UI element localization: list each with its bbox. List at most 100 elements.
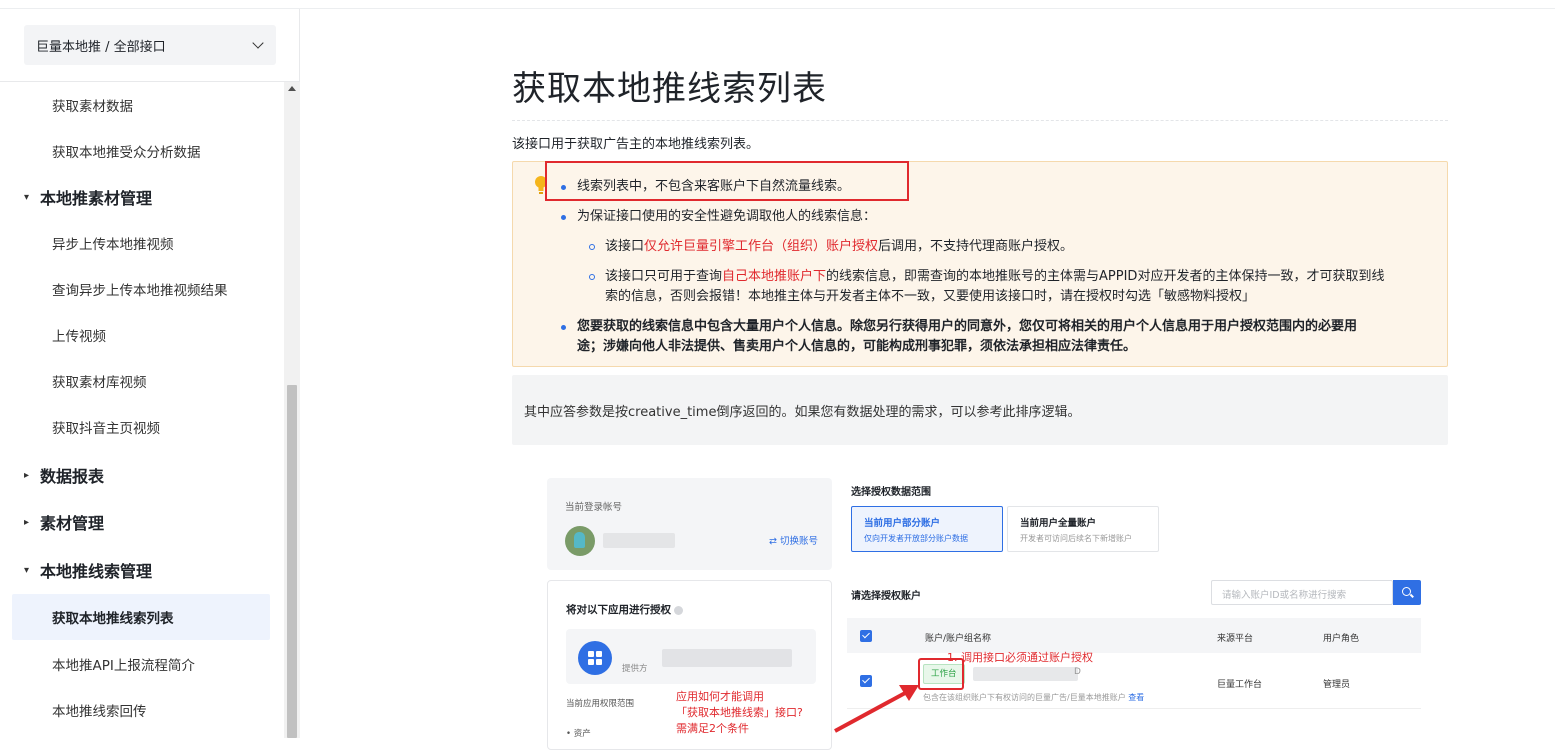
sidebar-item-label: 获取素材库视频 <box>52 375 147 391</box>
product-selector[interactable]: 巨量本地推 / 全部接口 <box>24 25 276 65</box>
notice-subitem: 该接口仅允许巨量引擎工作台（组织）账户授权后调用，不支持代理商账户授权。 <box>561 237 1384 257</box>
scroll-up-arrow-icon[interactable] <box>288 86 296 91</box>
table-header: 账户/账户组名称 来源平台 用户角色 <box>847 618 1421 653</box>
annotation-line: 应用如何才能调用 <box>676 690 764 703</box>
sidebar-item-label: 异步上传本地推视频 <box>52 237 174 253</box>
sidebar-item-active[interactable]: 获取本地推线索列表 <box>12 594 270 640</box>
notice-text: 后调用，不支持代理商账户授权。 <box>878 239 1074 254</box>
top-header-bar <box>0 0 1555 9</box>
account-id-suffix: D <box>1074 667 1081 677</box>
notice-text: 途；涉嫌向他人非法提供、售卖用户个人信息的，可能构成刑事犯罪，须依法承担相应法律… <box>577 339 1137 354</box>
sidebar-item-label: 查询异步上传本地推视频结果 <box>52 283 228 299</box>
sidebar-item[interactable]: 获取本地推受众分析数据 <box>12 128 270 174</box>
notice-text: 的线索信息，即需查询的本地推账号的主体需与APPID对应开发者的主体保持一致，才… <box>826 269 1385 284</box>
login-label: 当前登录帐号 <box>565 502 623 513</box>
notice-text: 索的信息，否则会报错！本地推主体与开发者主体不一致，又要使用该接口时，请在授权时… <box>605 289 1256 304</box>
app-grid-icon <box>578 641 612 675</box>
option-all-accounts[interactable]: 当前用户全量账户 开发者可访问后续名下新增账户 <box>1007 506 1159 552</box>
scope-title: 选择授权数据范围 <box>851 487 931 498</box>
blurred-account-name <box>603 533 675 548</box>
annotation-line: 「获取本地推线索」接口? <box>676 706 803 719</box>
search-icon[interactable] <box>1393 580 1421 605</box>
sidebar-item[interactable]: 本地推线索回传 <box>12 687 270 733</box>
avatar <box>565 526 595 556</box>
sidebar-group-label: 素材管理 <box>40 514 105 533</box>
bullet-dot <box>561 215 566 220</box>
annotation-arrow-icon <box>834 685 919 733</box>
table-row[interactable]: 工作台 D 包含在该组织账户下有权访问的巨量广告/巨量本地推账户 查看 巨量工作… <box>847 653 1421 709</box>
annotation-account-auth: 1. 调用接口必须通过账户授权 <box>947 651 1093 664</box>
notice-text: 您要获取的线索信息中包含大量用户个人信息。除您另行获得用户的同意外，您仅可将相关… <box>577 319 1358 334</box>
asset-label: • 资产 <box>566 729 591 739</box>
title-divider <box>512 120 1448 121</box>
sidebar-item-label: 获取本地推线索列表 <box>52 611 174 627</box>
authorize-title: 将对以下应用进行授权 <box>566 604 671 616</box>
notice-item: 您要获取的线索信息中包含大量用户个人信息。除您另行获得用户的同意外，您仅可将相关… <box>561 317 1384 357</box>
sidebar-group[interactable]: ▾ 本地推素材管理 <box>24 174 152 220</box>
caret-down-icon: ▾ <box>24 564 30 576</box>
notice-highlight: 自己本地推账户下 <box>722 269 827 284</box>
row-description: 包含在该组织账户下有权访问的巨量广告/巨量本地推账户 查看 <box>923 692 1144 703</box>
search-placeholder: 请输入账户ID或名称进行搜索 <box>1222 590 1347 601</box>
page-title: 获取本地推线索列表 <box>512 69 827 109</box>
intro-text: 该接口用于获取广告主的本地推线索列表。 <box>512 137 760 152</box>
sidebar-item[interactable]: 查询异步上传本地推视频结果 <box>12 266 270 312</box>
app-info-row: 提供方 <box>566 629 816 684</box>
caret-down-icon: ▾ <box>24 191 30 203</box>
notice-text: 该接口只可用于查询 <box>605 269 723 284</box>
sidebar-group[interactable]: ▸ 素材管理 <box>24 499 104 545</box>
scope-label: 当前应用权限范围 <box>566 699 635 709</box>
authorize-heading: 将对以下应用进行授权 <box>566 602 683 617</box>
sidebar-item[interactable]: 获取抖音主页视频 <box>12 404 270 450</box>
sidebar-item-label: 获取抖音主页视频 <box>52 421 160 437</box>
view-link[interactable]: 查看 <box>1128 693 1144 702</box>
authorize-app-card: 将对以下应用进行授权 提供方 当前应用权限范围 • 资产 应用如何才能调用 「获… <box>547 580 832 750</box>
switch-account-link[interactable]: ⇄ 切换账号 <box>769 533 818 547</box>
response-note: 其中应答参数是按creative_time倒序返回的。如果您有数据处理的需求，可… <box>512 375 1448 445</box>
sidebar-scrollbar[interactable] <box>284 82 300 738</box>
option-title: 当前用户部分账户 <box>864 518 941 529</box>
sidebar: 巨量本地推 / 全部接口 获取素材数据 获取本地推受众分析数据 ▾ 本地推素材管理… <box>0 9 300 738</box>
sidebar-item-label: 上传视频 <box>52 329 106 345</box>
caret-right-icon: ▸ <box>24 469 30 481</box>
notice-text: 该接口 <box>605 239 645 254</box>
sidebar-item[interactable]: 异步上传本地推视频 <box>12 220 270 266</box>
sidebar-group[interactable]: ▸ 数据报表 <box>24 452 104 498</box>
notice-item: 为保证接口使用的安全性避免调取他人的线索信息： <box>561 207 1384 227</box>
option-desc: 开发者可访问后续名下新增账户 <box>1020 534 1132 543</box>
main-content: 获取本地推线索列表 该接口用于获取广告主的本地推线索列表。 线索列表中，不包含来… <box>300 9 1555 750</box>
notice-highlight: 仅允许巨量引擎工作台（组织）账户授权 <box>644 239 879 254</box>
option-desc: 仅向开发者开放部分账户数据 <box>864 534 968 543</box>
sidebar-item-label: 获取素材数据 <box>52 99 133 115</box>
notice-subitem: 该接口只可用于查询自己本地推账户下的线索信息，即需查询的本地推账号的主体需与AP… <box>561 267 1384 307</box>
login-account-card: 当前登录帐号 ⇄ 切换账号 <box>547 478 832 570</box>
authorization-scope-panel: 选择授权数据范围 当前用户部分账户 仅向开发者开放部分账户数据 当前用户全量账户… <box>847 475 1427 738</box>
scrollbar-thumb[interactable] <box>287 385 297 738</box>
sidebar-group-label: 数据报表 <box>40 467 105 486</box>
embedded-screenshot: 当前登录帐号 ⇄ 切换账号 将对以下应用进行授权 提供方 当前应用权限范围 • … <box>547 475 1427 750</box>
annotation-highlight-box <box>545 161 909 201</box>
provider-label: 提供方 <box>622 664 648 674</box>
sidebar-item[interactable]: 本地推API上报流程简介 <box>12 641 270 687</box>
sidebar-item-label: 本地推API上报流程简介 <box>52 658 195 674</box>
chevron-down-icon <box>252 37 264 49</box>
blurred-account-name <box>973 667 1078 681</box>
sidebar-item[interactable]: 上传视频 <box>12 312 270 358</box>
blurred-app-name <box>662 649 792 667</box>
column-header: 来源平台 <box>1217 634 1254 644</box>
select-all-checkbox[interactable] <box>860 630 872 642</box>
account-search-input[interactable]: 请输入账户ID或名称进行搜索 <box>1211 580 1393 605</box>
option-title: 当前用户全量账户 <box>1020 518 1097 529</box>
sidebar-group[interactable]: ▾ 本地推线索管理 <box>24 547 152 593</box>
column-header: 账户/账户组名称 <box>925 634 992 644</box>
option-partial-accounts[interactable]: 当前用户部分账户 仅向开发者开放部分账户数据 <box>851 506 1003 552</box>
notice-list: 线索列表中，不包含来客账户下自然流量线索。 为保证接口使用的安全性避免调取他人的… <box>561 177 1384 357</box>
help-icon[interactable] <box>674 605 683 615</box>
sidebar-item-label: 获取本地推受众分析数据 <box>52 145 201 161</box>
sidebar-item[interactable]: 获取素材数据 <box>12 82 270 128</box>
bullet-dot <box>561 325 566 330</box>
sidebar-item[interactable]: 获取素材库视频 <box>12 358 270 404</box>
bullet-ring <box>589 244 595 250</box>
row-description-text: 包含在该组织账户下有权访问的巨量广告/巨量本地推账户 <box>923 693 1126 702</box>
sidebar-group-label: 本地推线索管理 <box>40 562 153 581</box>
